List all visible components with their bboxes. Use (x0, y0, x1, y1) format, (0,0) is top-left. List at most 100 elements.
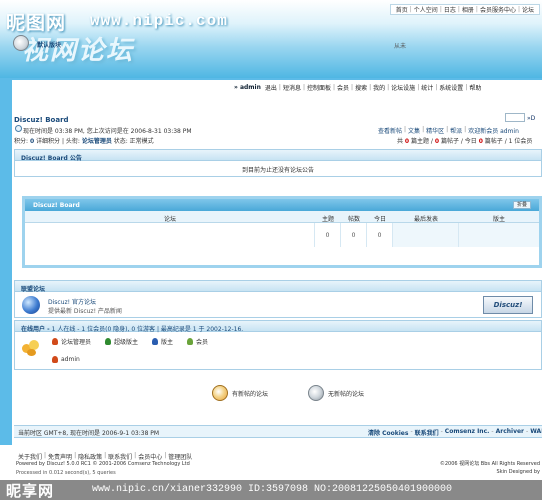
search-input[interactable] (505, 113, 525, 122)
topnav-member-center[interactable]: 会员服务中心 (478, 5, 518, 14)
topnav-home[interactable]: 首页 (394, 5, 410, 14)
table-row: 0 0 0 (25, 223, 539, 247)
footer-admin-team[interactable]: 管理团队 (166, 452, 194, 461)
col-last-post: 最后发表 (413, 216, 438, 223)
topnav-space[interactable]: 个人空间 (412, 5, 440, 14)
menu-stats[interactable]: 统计 (419, 83, 435, 92)
points-label: 积分: (14, 138, 30, 145)
user-group-legend: 论坛管理员 超级版主 版主 会员 (52, 337, 222, 346)
quick-links: 查看新帖 | 文集 | 精华区 | 帮派 | 欢迎新会员 admin (376, 126, 521, 135)
menu-mine[interactable]: 我的 (371, 83, 387, 92)
footer-contact[interactable]: 联系我们 (413, 428, 441, 437)
user-icon (105, 338, 112, 345)
footer-about[interactable]: 关于我们 (16, 452, 44, 461)
link-gangs[interactable]: 帮派 (448, 126, 464, 135)
legend-new-posts: 有新帖的论坛 (212, 385, 268, 401)
site-footer-links: 关于我们 | 免责声明 | 隐私政策 | 联系我们 | 会员中心 | 管理团队 (16, 452, 194, 461)
legend-super-mod: 超级版主 (105, 337, 138, 346)
footer-contact-us[interactable]: 联系我们 (106, 452, 134, 461)
link-welcome-member[interactable]: 欢迎新会员 admin (466, 126, 521, 135)
legend-admin-label: 论坛管理员 (61, 339, 92, 346)
link-collection[interactable]: 文集 (406, 126, 422, 135)
powered-by: Powered by Discuz! 5.0.0 RC1 © 2001-2006… (16, 461, 190, 467)
legend-no-new-posts-label: 无新帖的论坛 (328, 390, 365, 398)
col-forum: 论坛 (163, 216, 176, 223)
topnav-album[interactable]: 相册 (460, 5, 476, 14)
topnav-blog[interactable]: 日志 (442, 5, 458, 14)
user-icon (152, 338, 159, 345)
topnav-forum[interactable]: 论坛 (520, 5, 536, 14)
col-topics: 主题 (321, 216, 334, 223)
points-rest: 详细积分 | 头衔: (34, 138, 82, 145)
board-last-post-cell (393, 223, 459, 247)
footer-comsenz[interactable]: Comsenz Inc. (443, 428, 492, 437)
forum-stats: 共 0 篇主题 / 0 篇帖子 / 今日 0 篇帖子 / 1 位会员 (397, 136, 532, 145)
menu-members[interactable]: 会员 (335, 83, 351, 92)
board-last-post: 从未 (394, 43, 407, 50)
col-today: 今日 (373, 216, 386, 223)
watermark-url: www.nipic.com (90, 12, 228, 30)
current-user[interactable]: » admin (232, 84, 263, 91)
board-moderator (459, 223, 539, 247)
no-new-posts-icon (308, 385, 325, 401)
copyright-block: ©2006 视网论坛 Bbs All Rights Reserved Skin … (440, 460, 540, 476)
discuz-logo-badge[interactable]: Discuz! (483, 296, 533, 314)
board-category-box: Discuz! Board 折叠 论坛 主题 帖数 今日 最后发表 版主 0 0… (22, 196, 542, 268)
menu-search[interactable]: 搜索 (353, 83, 369, 92)
menu-control-panel[interactable]: 控制面板 (305, 83, 333, 92)
footer-privacy[interactable]: 隐私政策 (76, 452, 104, 461)
user-menu-bar: » admin 退出 | 短消息 | 控制面板 | 会员 | 搜索 | 我的 | 论坛设施 |… (232, 83, 483, 92)
online-user-admin[interactable]: admin (61, 356, 80, 363)
board-posts: 0 (341, 223, 367, 247)
forum-icon-legend: 有新帖的论坛 无新帖的论坛 (212, 385, 404, 401)
footer-disclaimer[interactable]: 免责声明 (46, 452, 74, 461)
top-navigation: 首页 | 个人空间 | 日志 | 相册 | 会员服务中心 | 论坛 (389, 4, 540, 15)
footer-archiver[interactable]: Archiver (494, 428, 526, 437)
stats-mid1: 篇主题 / (409, 138, 435, 145)
search-go-button[interactable]: »D (527, 115, 535, 122)
legend-mod-label: 版主 (161, 339, 174, 346)
legend-no-new-posts: 无新帖的论坛 (308, 385, 364, 401)
board-icon (13, 35, 29, 51)
link-new-posts[interactable]: 查看新帖 (376, 126, 404, 135)
link-forum-name[interactable]: Discuz! 官方论坛 (48, 297, 96, 306)
processed-info: Processed in 0.012 second(s), 5 queries (16, 470, 116, 476)
people-icon (22, 340, 40, 356)
announcement-body: 到目前为止还没有论坛公告 (14, 161, 542, 177)
watermark-bottom-logo: 昵享网 (6, 482, 55, 500)
board-name-link[interactable]: 默认版块 (37, 40, 61, 49)
links-section-header: 联盟论坛 (14, 280, 542, 293)
online-users-header: 在线用户 - 1 人在线 - 1 位会员(0 隐身), 0 位游客 | 最高纪录… (14, 320, 542, 333)
link-digest[interactable]: 精华区 (424, 126, 446, 135)
board-category-title[interactable]: Discuz! Board (25, 199, 539, 211)
menu-help[interactable]: 帮助 (467, 83, 483, 92)
menu-messages[interactable]: 短消息 (281, 83, 303, 92)
breadcrumb-board-title[interactable]: Discuz! Board (14, 116, 69, 124)
clock-icon (15, 125, 22, 132)
footer-member-center[interactable]: 会员中心 (136, 452, 164, 461)
board-today: 0 (367, 223, 393, 247)
new-posts-icon (212, 385, 228, 401)
menu-forum-tools[interactable]: 论坛设施 (389, 83, 417, 92)
footer-clear-cookies[interactable]: 清除 Cookies (366, 428, 410, 437)
user-icon (187, 338, 194, 345)
announcement-header: Discuz! Board 公告 (14, 149, 542, 162)
col-moderator: 版主 (492, 216, 505, 223)
user-rank: 论坛管理员 (81, 138, 112, 145)
watermark-bottom-text: www.nipic.cn/xianer332990 ID:3597098 NO:… (92, 484, 453, 495)
legend-member-label: 会员 (196, 339, 209, 346)
legend-mod: 版主 (152, 337, 173, 346)
collapse-button[interactable]: 折叠 (513, 201, 531, 209)
link-forum-desc: 提供最新 Discuz! 产品新闻 (48, 308, 122, 315)
footer-links: 清除 Cookies - 联系我们 - Comsenz Inc. - Archiver… (366, 428, 542, 437)
online-user-list: admin (52, 356, 80, 363)
user-status: 状态: 正常模式 (111, 138, 154, 145)
globe-icon (22, 296, 40, 314)
footer-wap[interactable]: WAP (528, 428, 542, 437)
user-icon (52, 338, 58, 345)
current-time-text: 现在时间是 03:38 PM, 您上次访问是在 2006-8-31 03:38 … (23, 128, 192, 135)
menu-system-settings[interactable]: 系统设置 (437, 83, 465, 92)
user-icon (52, 356, 58, 363)
menu-logout[interactable]: 退出 (263, 83, 279, 92)
footer-timezone: 当前时区 GMT+8, 现在时间是 2006-9-1 03:38 PM (18, 430, 160, 437)
